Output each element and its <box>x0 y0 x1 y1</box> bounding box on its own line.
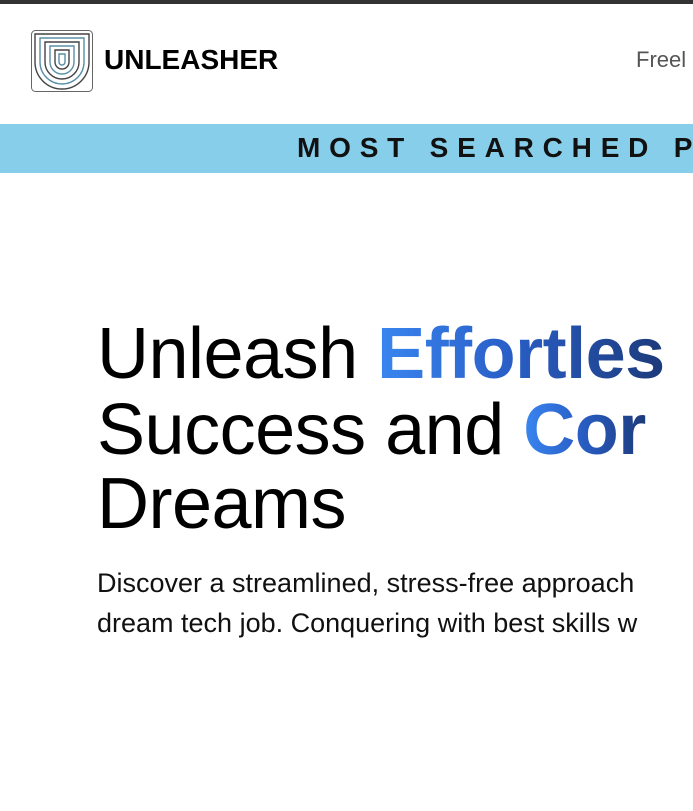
hero-line-3-plain: Dreams <box>97 464 347 544</box>
hero-line-2-accent: Cor <box>523 390 646 470</box>
banner-text: MOST SEARCHED P <box>297 132 693 163</box>
unleasher-logo-icon[interactable] <box>31 30 93 92</box>
hero-subtitle: Discover a streamlined, stress-free appr… <box>97 566 693 646</box>
hero-heading: Unleash Effortles Success and Cor Dreams <box>97 312 693 552</box>
hero-line-2: Success and Cor <box>97 392 646 468</box>
hero-line-1-accent: Effortles <box>377 314 665 394</box>
hero-line-2-plain: Success and <box>97 390 524 470</box>
most-searched-banner: MOST SEARCHED P <box>0 124 693 173</box>
brand-name[interactable]: UNLEASHER <box>104 44 278 76</box>
site-header: UNLEASHER Freel <box>0 4 693 124</box>
subtitle-line-1: Discover a streamlined, stress-free appr… <box>97 568 635 598</box>
subtitle-line-2: dream tech job. Conquering with best ski… <box>97 608 638 638</box>
hero-line-1: Unleash Effortles <box>97 316 665 392</box>
hero-line-3: Dreams <box>97 464 347 544</box>
nav-link-freelance[interactable]: Freel <box>636 47 686 73</box>
hero-line-1-plain: Unleash <box>97 314 378 394</box>
